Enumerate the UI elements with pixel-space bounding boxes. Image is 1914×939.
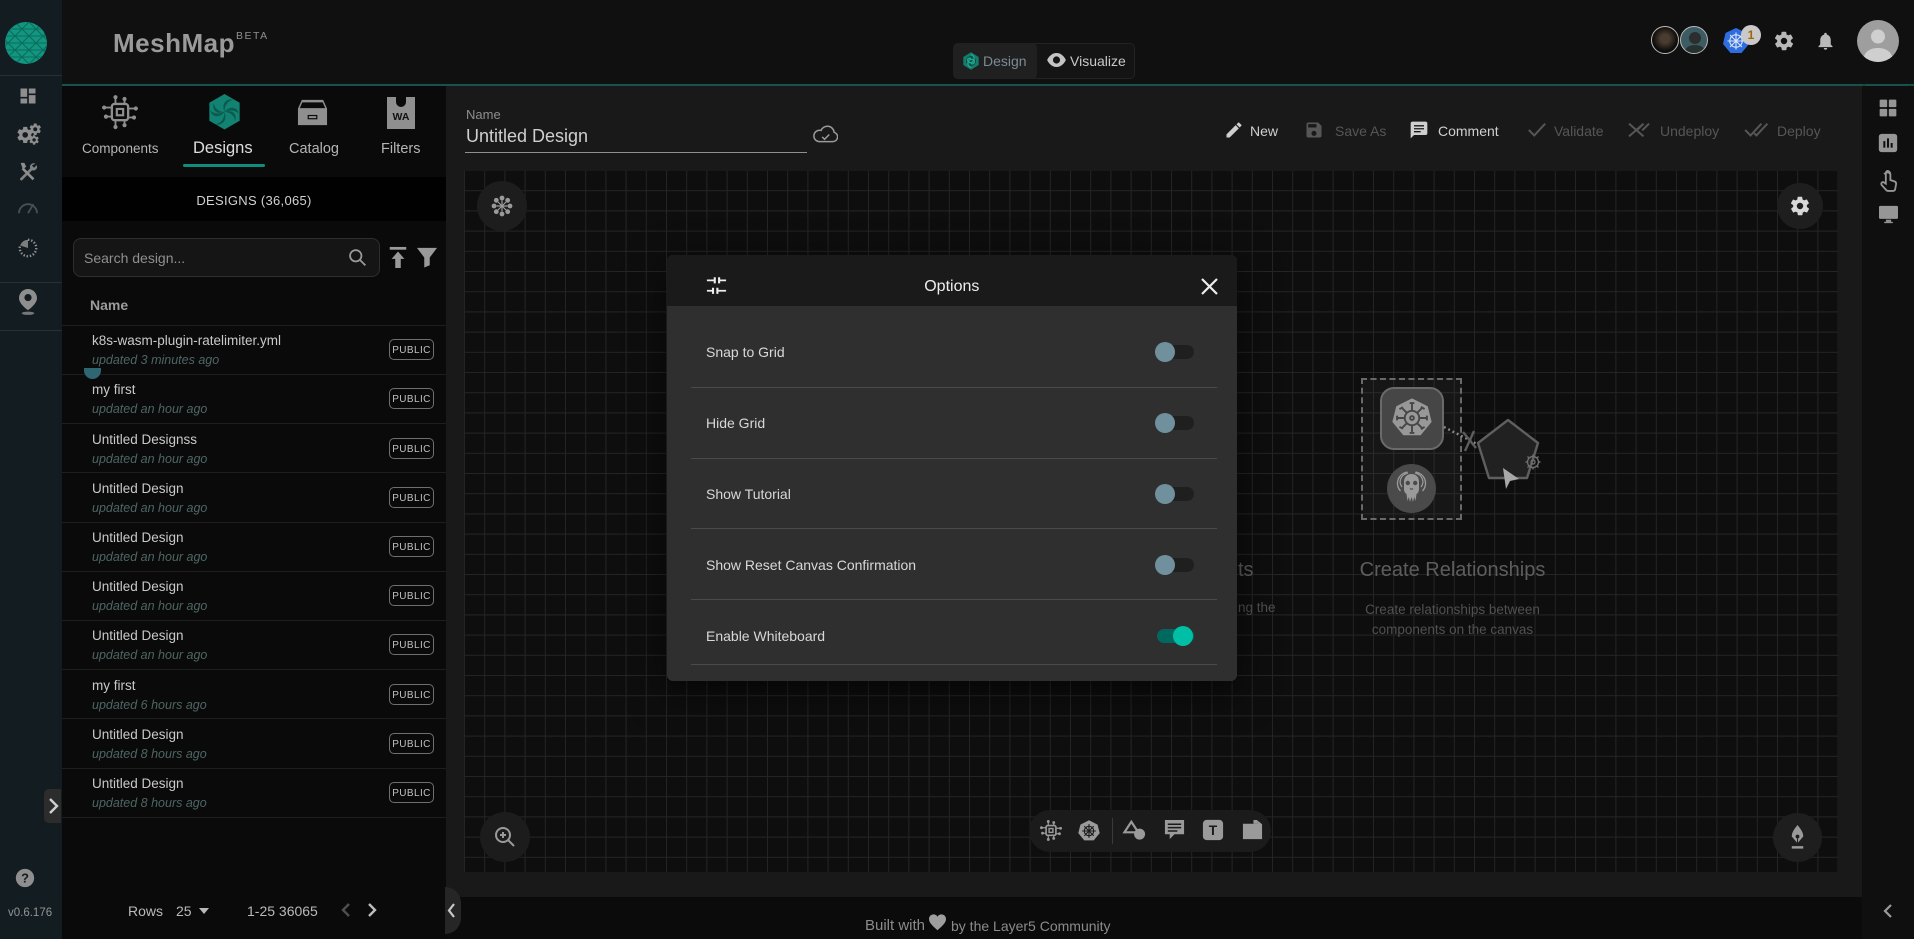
svg-text:WA: WA: [393, 111, 410, 123]
svg-text:T: T: [1209, 823, 1218, 838]
svg-text:?: ?: [21, 871, 29, 886]
